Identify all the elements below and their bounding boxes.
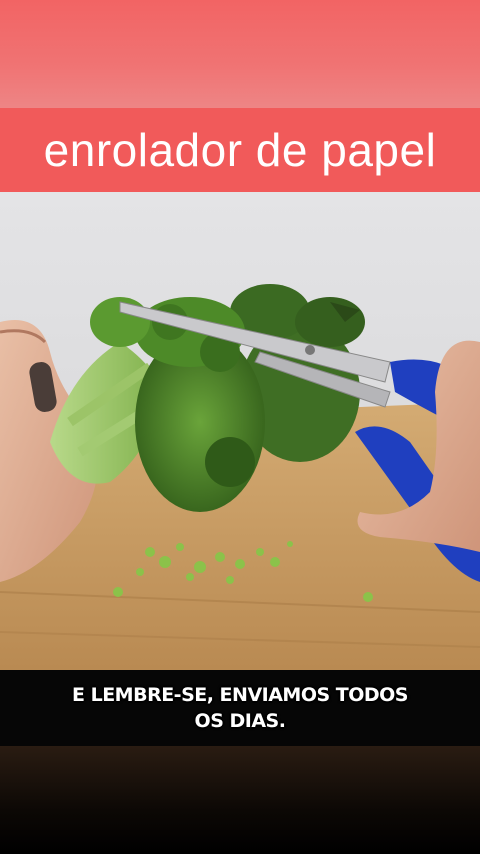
video-frame: enrolador de papel E LEMBRE-SE, ENVIAMOS… bbox=[0, 0, 480, 854]
video-scene bbox=[0, 284, 480, 670]
title-banner: enrolador de papel bbox=[0, 108, 480, 192]
subtitle-band: E lembre-se, enviamos todos os dias. bbox=[0, 670, 480, 746]
subtitle-line-1: E lembre-se, enviamos todos bbox=[72, 684, 409, 706]
bottom-fade bbox=[0, 746, 480, 854]
banner-title: enrolador de papel bbox=[43, 124, 437, 176]
top-color-band bbox=[0, 0, 480, 108]
subtitle-line-2: os dias. bbox=[194, 710, 286, 732]
video-content[interactable] bbox=[0, 192, 480, 670]
